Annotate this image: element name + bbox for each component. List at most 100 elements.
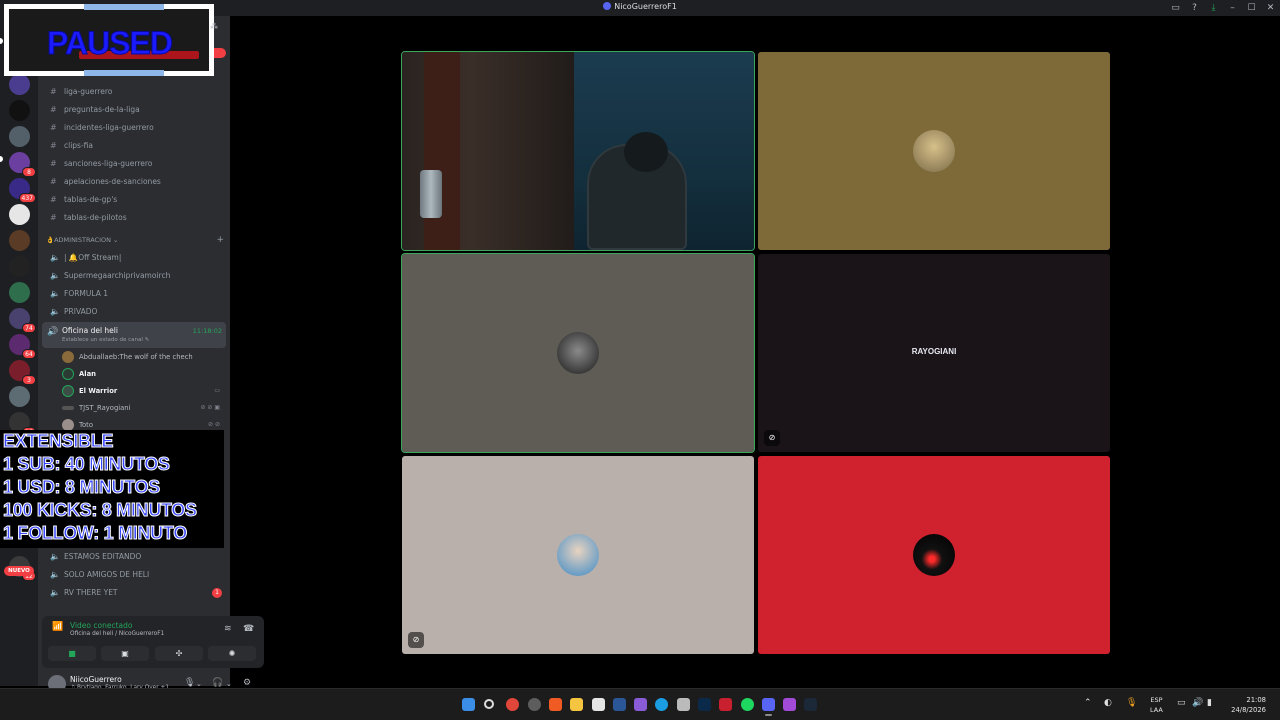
hashtag-icon: #: [50, 141, 57, 150]
brave-icon[interactable]: [549, 698, 562, 711]
voice-member[interactable]: Abduallaeb:The wolf of the chech: [62, 349, 224, 365]
text-channel[interactable]: # tablas-de-gp's: [44, 192, 228, 208]
voice-member[interactable]: Alan: [62, 366, 224, 382]
video-tile-camera[interactable]: [401, 51, 755, 251]
category-administracion[interactable]: 👌ADMINISTRACION ⌄ +: [46, 235, 224, 245]
new-servers-pill[interactable]: NUEVO: [4, 566, 34, 576]
hashtag-icon: #: [50, 123, 57, 132]
paused-overlay: PAUSED: [4, 4, 214, 76]
server-icon[interactable]: 3: [9, 360, 36, 385]
voice-channel[interactable]: 🔈 ESTAMOS EDITANDO: [44, 549, 228, 565]
volume-icon[interactable]: 🔊: [1192, 698, 1203, 708]
server-icon[interactable]: [9, 230, 30, 251]
battery-icon[interactable]: ▮: [1207, 698, 1212, 708]
file-explorer-icon[interactable]: [570, 698, 583, 711]
inbox-icon[interactable]: ▭: [1166, 0, 1185, 16]
server-icon[interactable]: [9, 386, 30, 407]
server-icon[interactable]: [9, 126, 30, 147]
word-icon[interactable]: [613, 698, 626, 711]
disconnect-icon[interactable]: ☎: [243, 624, 254, 634]
video-tile-user[interactable]: [401, 253, 755, 453]
screen-share-button[interactable]: ▣: [101, 646, 149, 661]
video-tile-user[interactable]: [758, 52, 1110, 250]
steam-icon[interactable]: [804, 698, 817, 711]
server-icon[interactable]: 437: [9, 178, 36, 203]
channel-sidebar: # liga-guerrero # preguntas-de-la-liga # in…: [38, 16, 264, 693]
chrome-icon[interactable]: [506, 698, 519, 711]
add-channel-icon[interactable]: +: [216, 235, 224, 245]
search-icon[interactable]: [484, 699, 494, 709]
spotify-icon[interactable]: [741, 698, 754, 711]
video-tile-user[interactable]: [758, 456, 1110, 654]
download-icon[interactable]: ⤓: [1204, 0, 1223, 16]
overlay-line: 1 USD: 8 MINUTOS: [3, 477, 161, 498]
voice-channel[interactable]: 🔈 RV THERE YET 1: [44, 585, 228, 601]
clock[interactable]: 21:08 24/8/2026: [1226, 695, 1266, 715]
mention-badge: 437: [18, 193, 36, 203]
voice-channel[interactable]: 🔈 PRIVADO: [44, 304, 228, 320]
voice-member[interactable]: TJST_Rayogiani ⊘ ⊘ ▣: [62, 400, 224, 416]
photoshop-icon[interactable]: [698, 698, 711, 711]
server-icon[interactable]: [9, 100, 30, 121]
active-voice-channel[interactable]: 🔊 Oficina del heli Establece un estado d…: [42, 322, 226, 348]
server-icon[interactable]: 64: [9, 334, 36, 359]
text-channel[interactable]: # tablas-de-pilotos: [44, 210, 228, 226]
camera-button[interactable]: ■: [48, 646, 96, 661]
start-menu-icon[interactable]: [462, 698, 475, 711]
voice-location[interactable]: Oficina del heli / NicoGuerreroF1: [70, 631, 164, 637]
app-tray-icon[interactable]: ◐: [1104, 698, 1112, 708]
microphone-icon[interactable]: 🎙: [184, 678, 195, 688]
app-icon[interactable]: [677, 698, 690, 711]
gear-icon[interactable]: ⚙: [243, 678, 251, 688]
server-icon[interactable]: 74: [9, 308, 36, 333]
copilot-icon[interactable]: [528, 698, 541, 711]
server-icon[interactable]: [9, 256, 30, 277]
server-icon[interactable]: [9, 282, 30, 303]
minimize-button[interactable]: –: [1223, 0, 1242, 16]
app-icon[interactable]: [719, 698, 732, 711]
noise-suppression-icon[interactable]: ≋: [224, 624, 232, 634]
chevron-down-icon[interactable]: ⌄: [226, 680, 232, 688]
soundboard-button[interactable]: ✺: [208, 646, 256, 661]
channel-status[interactable]: Establece un estado de canal ✎: [62, 337, 149, 343]
voice-channel[interactable]: 🔈 FORMULA 1: [44, 286, 228, 302]
headphones-icon[interactable]: 🎧: [212, 678, 223, 688]
maximize-button[interactable]: ☐: [1242, 0, 1261, 16]
video-tile-user[interactable]: ⊘: [402, 456, 754, 654]
voice-channel[interactable]: 🔈 Supermegaarchiprivamoirch: [44, 268, 228, 284]
text-channel[interactable]: # sanciones-liga-guerrero: [44, 156, 228, 172]
stream-overlay-text: EXTENSIBLE 1 SUB: 40 MINUTOS 1 USD: 8 MI…: [0, 430, 224, 548]
close-button[interactable]: ✕: [1261, 0, 1280, 16]
voice-channel[interactable]: 🔈 | 🔔Off Stream|: [44, 250, 228, 266]
display-icon[interactable]: ▭: [1177, 698, 1186, 708]
language-indicator[interactable]: ESP LAA: [1150, 695, 1163, 715]
obs-icon[interactable]: [783, 698, 796, 711]
overlay-line: EXTENSIBLE: [2, 431, 114, 452]
mention-badge: 8: [22, 167, 36, 177]
app-icon[interactable]: [634, 698, 647, 711]
server-icon[interactable]: [9, 204, 30, 225]
app-icon[interactable]: [592, 698, 605, 711]
video-tile-user[interactable]: RAYOGIANI ⊘: [758, 254, 1110, 452]
help-icon[interactable]: ?: [1185, 0, 1204, 16]
text-channel[interactable]: # preguntas-de-la-liga: [44, 102, 228, 118]
server-icon[interactable]: 8: [9, 152, 36, 177]
voice-channel[interactable]: 🔈 SOLO AMIGOS DE HELI: [44, 567, 228, 583]
speaker-icon: 🔈: [50, 588, 60, 597]
mention-badge: 64: [22, 349, 36, 359]
chevron-down-icon[interactable]: ⌄: [196, 680, 202, 688]
microphone-icon[interactable]: 🎙: [1126, 698, 1137, 708]
activities-button[interactable]: ✣: [155, 646, 203, 661]
text-channel[interactable]: # clips-fia: [44, 138, 228, 154]
text-channel[interactable]: # apelaciones-de-sanciones: [44, 174, 228, 190]
text-channel[interactable]: # incidentes-liga-guerrero: [44, 120, 228, 136]
edge-icon[interactable]: [655, 698, 668, 711]
chevron-up-icon[interactable]: ⌃: [1084, 698, 1092, 708]
paused-label: PAUSED: [47, 25, 174, 62]
discord-icon[interactable]: [762, 698, 775, 716]
text-channel[interactable]: # liga-guerrero: [44, 84, 228, 100]
server-icon[interactable]: [9, 74, 30, 95]
invite-icon[interactable]: ⁂: [210, 22, 218, 31]
voice-member[interactable]: El Warrior ▭: [62, 383, 224, 399]
speaker-icon: 🔊: [47, 327, 59, 337]
